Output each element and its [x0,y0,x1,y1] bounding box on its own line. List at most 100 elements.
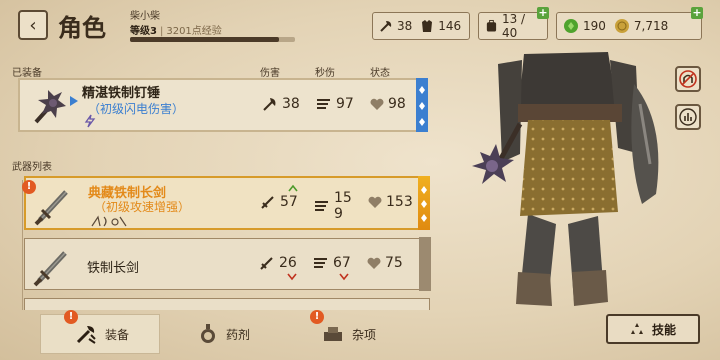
weapon-2-damage-value: 26 [279,255,297,271]
separator: | [159,26,164,37]
speed-weapon-icon [315,201,328,211]
weapon-2-dps: 67 [313,255,351,271]
weapon-item-2[interactable]: 铁制长剑 26 67 75 [24,237,431,291]
attack-value: 38 [397,19,413,33]
bottom-tab-bar: 装备 ! 药剂 杂项 ! [0,306,440,360]
gold-count: 7,718 [633,19,669,33]
weapon-2-status: 75 [367,255,403,271]
diamond-icons [419,86,425,126]
no-helmet-toggle-button[interactable] [675,66,701,92]
rune-slots-icon [91,215,127,227]
axe-icon [380,21,392,32]
weapon-2-status-value: 75 [385,255,403,271]
stats-button[interactable] [675,104,701,130]
sword-icon [261,196,274,209]
heart-icon [370,98,384,110]
skills-label: 技能 [651,322,676,337]
lightning-rune-icon [84,114,96,128]
heart-icon [367,257,381,269]
back-arrow-icon: ‹ [29,14,37,36]
heart-icon [368,196,382,208]
tab-potions[interactable]: 药剂 [198,314,298,354]
list-scroll-track [22,180,23,310]
speed-weapon-icon [314,258,327,268]
equipment-icon [76,326,96,344]
stat-down-icon [287,273,297,281]
player-name: 柴小柴 [130,11,160,22]
page-title: 角色 [58,14,106,42]
mace-icon [34,90,66,124]
weapon-1-damage: 57 [260,194,298,210]
equipment-alert-icon: ! [64,310,78,324]
xp-progress-fill [130,37,279,42]
equipped-status-value: 98 [388,96,406,112]
level-label: 等级3 [130,26,157,37]
weapon-1-dps-values: 15 9 [334,190,352,222]
misc-alert-icon: ! [310,310,324,324]
helmet-hidden-icon [679,70,697,88]
defense-value: 146 [438,19,462,33]
skills-button[interactable]: 技能 [606,314,700,344]
equipped-damage: 38 [262,96,300,112]
equipped-label: 已装备 [12,68,42,79]
tab-potions-label: 药剂 [226,327,251,342]
equipped-status: 98 [370,96,406,112]
weapon-1-dps-top: 15 [334,190,352,206]
status-header: 状态 [370,68,390,79]
longsword-icon [34,190,68,226]
weapon-1-status: 153 [368,194,413,210]
equipped-weapon-card[interactable]: 精湛铁制钉锤 （初级闪电伤害） 38 97 98 [18,78,428,132]
pointer-icon [70,96,78,106]
weapon-2-name: 铁制长剑 [87,261,140,276]
tab-misc[interactable]: 杂项 [322,314,422,354]
currency-box[interactable]: 190 7,718 [556,12,702,40]
backpack-icon [486,19,497,32]
weapon-list-label: 武器列表 [12,162,52,173]
rarity-accent [418,176,430,230]
rarity-accent [416,78,428,132]
weapon-1-status-value: 153 [386,194,413,210]
inventory-count: 13 / 40 [501,12,526,40]
weapon-1-dps: 15 9 [314,190,352,222]
weapon-1-effect: （初级攻速增强） [94,200,191,214]
speed-weapon-icon [317,99,330,109]
skills-icon [630,323,643,334]
add-inventory-button[interactable]: + [537,7,549,19]
level-info: 等级3 | 3201点经验 [130,22,222,37]
combat-stats-box[interactable]: 38 146 [372,12,470,40]
dps-header: 秒伤 [315,68,335,79]
potion-icon [201,324,215,343]
weapon-2-damage: 26 [259,255,297,271]
weapon-2-dps-value: 67 [333,255,351,271]
back-button[interactable]: ‹ [18,10,48,40]
gem-icon [564,19,578,33]
sword-icon [260,257,273,270]
bar-chart-icon [679,108,697,126]
tab-equipment-label: 装备 [105,327,130,342]
rarity-accent [419,237,431,291]
diamond-icons [421,186,427,222]
damage-header: 伤害 [260,68,280,79]
weapon-1-damage-value: 57 [280,194,298,210]
gold-coin-icon [614,19,629,33]
misc-icon [324,327,342,341]
equipped-dps-value: 97 [336,96,354,112]
stat-up-icon [288,184,298,192]
stat-down-icon [339,273,349,281]
gem-count: 190 [583,19,606,33]
new-item-warning-icon: ! [22,180,36,194]
equipped-item-name: 精湛铁制钉锤 [82,86,161,101]
character-screen: ‹ 角色 柴小柴 等级3 | 3201点经验 38 146 13 / 40 + 19… [0,0,720,360]
axe-icon [263,98,276,111]
weapon-item-1[interactable]: 典藏铁制长剑 （初级攻速增强） 57 15 9 153 [24,176,430,230]
tab-equipment[interactable]: 装备 [40,314,160,354]
equipped-damage-value: 38 [282,96,300,112]
weapon-1-dps-bottom: 9 [334,206,343,222]
xp-progress-bar [130,37,295,42]
longsword-icon [33,251,67,287]
add-currency-button[interactable]: + [691,7,703,19]
tab-misc-label: 杂项 [352,327,377,342]
xp-label: 3201点经验 [166,26,222,37]
character-model [472,52,659,306]
equipped-item-effect: （初级闪电伤害） [88,102,185,116]
